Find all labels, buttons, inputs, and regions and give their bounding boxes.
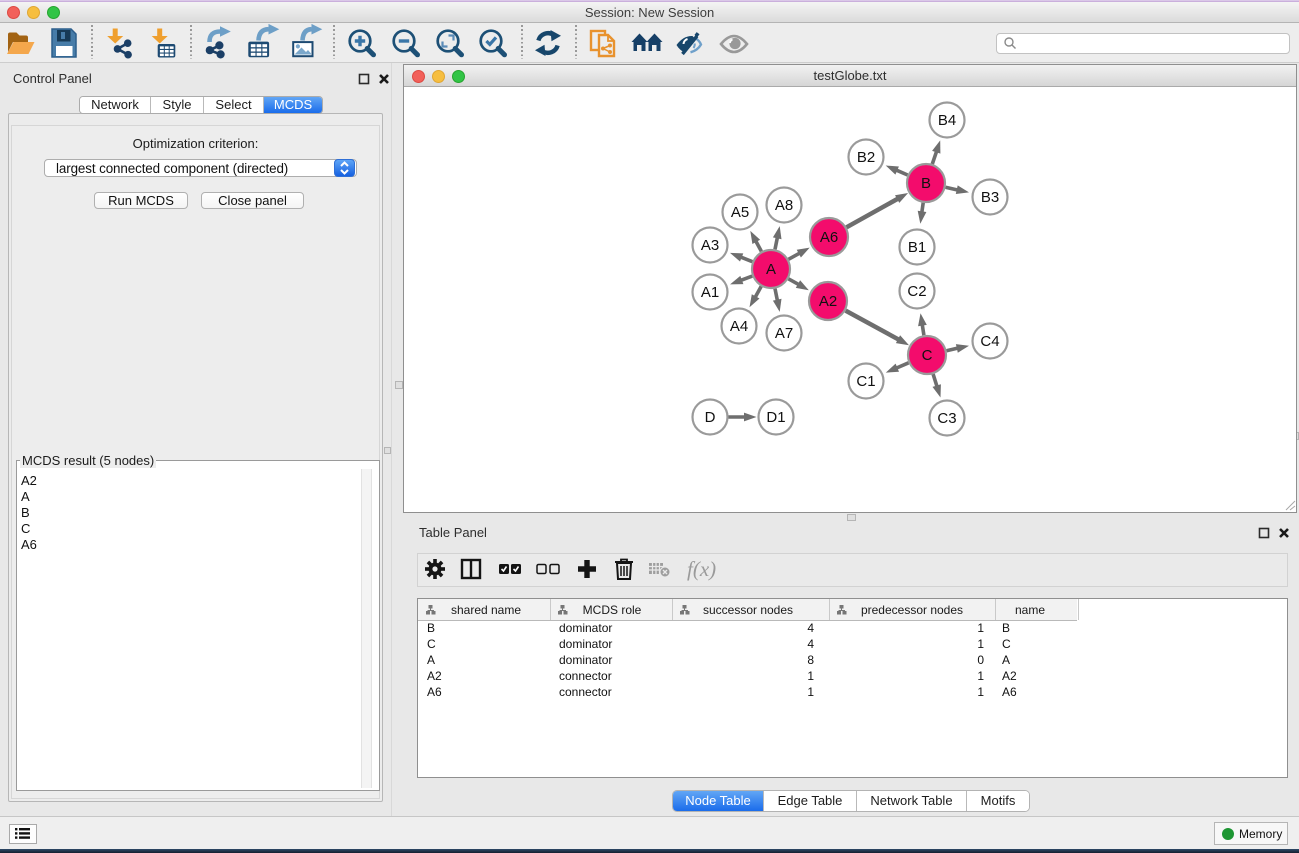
svg-text:A8: A8 — [775, 197, 793, 214]
svg-text:C4: C4 — [980, 333, 999, 350]
svg-text:A7: A7 — [775, 325, 793, 342]
svg-text:f(x): f(x) — [687, 557, 716, 581]
svg-text:A6: A6 — [1002, 685, 1017, 699]
svg-text:A: A — [1002, 653, 1010, 667]
svg-text:D1: D1 — [766, 409, 785, 426]
svg-text:dominator: dominator — [559, 653, 612, 667]
svg-text:1: 1 — [977, 685, 984, 699]
svg-text:C2: C2 — [907, 283, 926, 300]
svg-text:dominator: dominator — [559, 637, 612, 651]
svg-text:B: B — [1002, 621, 1010, 635]
svg-text:D: D — [705, 409, 716, 426]
svg-text:B: B — [427, 621, 435, 635]
svg-text:B4: B4 — [938, 112, 956, 129]
svg-text:A2: A2 — [1002, 669, 1017, 683]
svg-text:1: 1 — [977, 669, 984, 683]
svg-text:1: 1 — [977, 637, 984, 651]
svg-text:1: 1 — [807, 669, 814, 683]
svg-text:C3: C3 — [937, 410, 956, 427]
svg-text:A3: A3 — [701, 237, 719, 254]
svg-text:0: 0 — [977, 653, 984, 667]
svg-text:connector: connector — [559, 669, 612, 683]
svg-text:name: name — [1015, 603, 1045, 617]
svg-text:C1: C1 — [856, 373, 875, 390]
svg-text:dominator: dominator — [559, 621, 612, 635]
svg-text:8: 8 — [807, 653, 814, 667]
svg-text:MCDS role: MCDS role — [583, 603, 642, 617]
svg-text:A: A — [427, 653, 435, 667]
svg-text:A6: A6 — [427, 685, 442, 699]
svg-text:B3: B3 — [981, 189, 999, 206]
svg-text:B1: B1 — [908, 239, 926, 256]
svg-text:successor nodes: successor nodes — [703, 603, 793, 617]
svg-text:A2: A2 — [819, 293, 837, 310]
svg-text:B: B — [921, 175, 931, 192]
svg-text:C: C — [427, 637, 436, 651]
svg-text:C: C — [922, 347, 933, 364]
svg-text:A6: A6 — [820, 229, 838, 246]
svg-text:A2: A2 — [427, 669, 442, 683]
svg-text:4: 4 — [807, 637, 814, 651]
svg-text:1: 1 — [807, 685, 814, 699]
svg-text:A4: A4 — [730, 318, 748, 335]
svg-text:A5: A5 — [731, 204, 749, 221]
svg-text:B2: B2 — [857, 149, 875, 166]
svg-text:connector: connector — [559, 685, 612, 699]
svg-text:1: 1 — [977, 621, 984, 635]
svg-text:shared name: shared name — [451, 603, 521, 617]
svg-text:A: A — [766, 261, 776, 278]
svg-text:A1: A1 — [701, 284, 719, 301]
svg-text:C: C — [1002, 637, 1011, 651]
svg-text:4: 4 — [807, 621, 814, 635]
svg-text:predecessor nodes: predecessor nodes — [861, 603, 963, 617]
